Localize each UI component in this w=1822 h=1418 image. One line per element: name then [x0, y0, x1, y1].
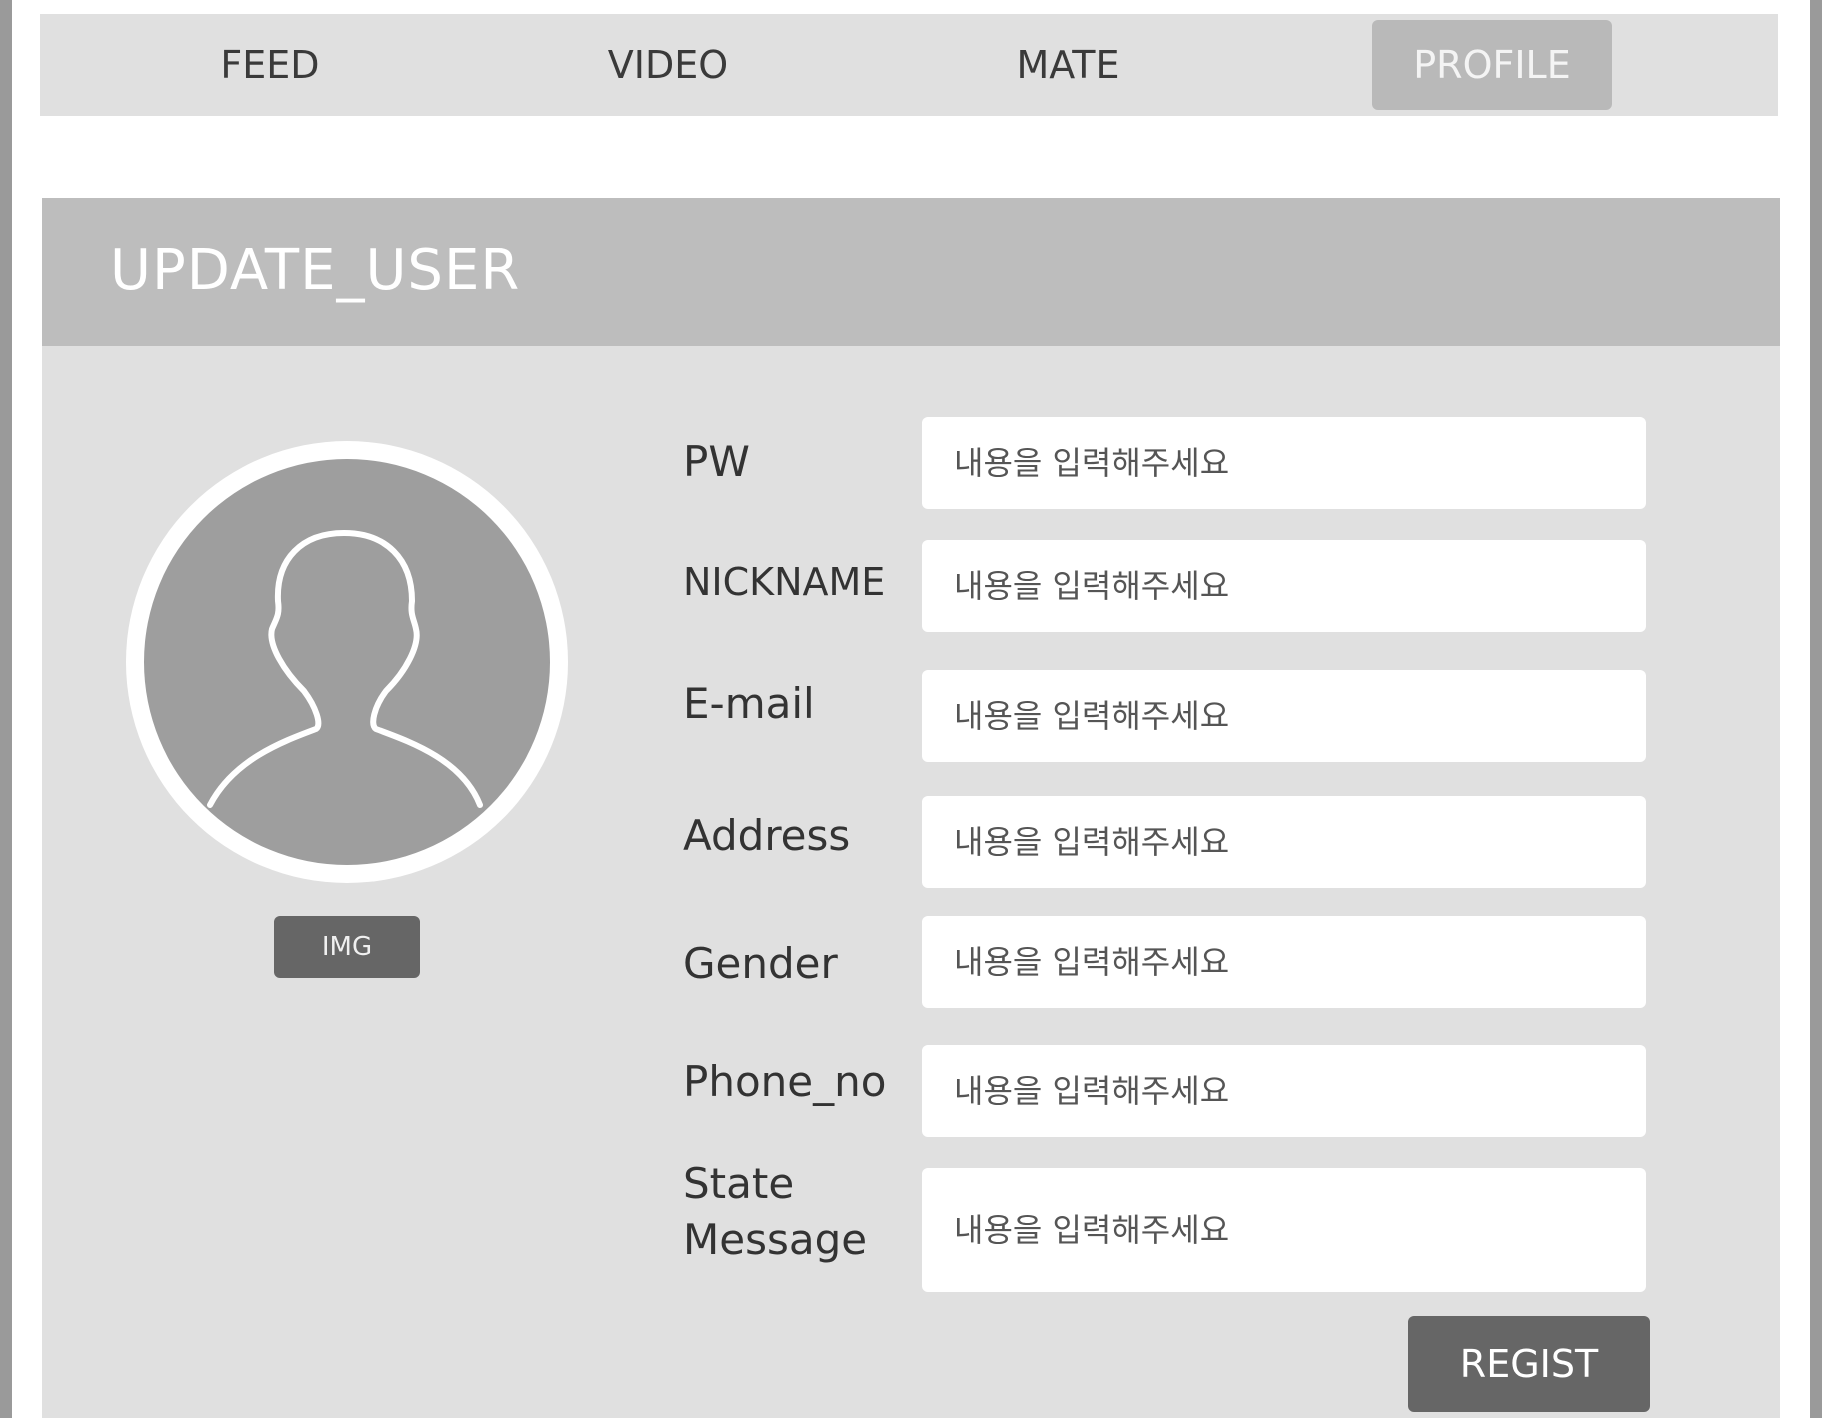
- field-label-state: State: [683, 1159, 795, 1208]
- nav-tab-video[interactable]: VIDEO: [548, 14, 788, 116]
- field-label-message: Message: [683, 1215, 868, 1264]
- update-user-panel: UPDATE_USER IMG PW NICKNAME E-mail Addre…: [42, 198, 1780, 1418]
- state-message-input[interactable]: [922, 1168, 1646, 1292]
- phone-input[interactable]: [922, 1045, 1646, 1137]
- upload-image-button[interactable]: IMG: [274, 916, 420, 978]
- regist-button[interactable]: REGIST: [1408, 1316, 1650, 1412]
- field-label-address: Address: [683, 811, 851, 860]
- nav-tab-mate[interactable]: MATE: [948, 14, 1188, 116]
- panel-header: UPDATE_USER: [42, 198, 1780, 346]
- field-label-nickname: NICKNAME: [683, 560, 886, 604]
- gender-input[interactable]: [922, 916, 1646, 1008]
- nickname-input[interactable]: [922, 540, 1646, 632]
- nav-tab-feed[interactable]: FEED: [150, 14, 390, 116]
- address-input[interactable]: [922, 796, 1646, 888]
- panel-title: UPDATE_USER: [110, 238, 521, 303]
- app-frame: FEED VIDEO MATE PROFILE UPDATE_USER IMG …: [12, 0, 1810, 1418]
- avatar-circle: [144, 459, 550, 865]
- email-input[interactable]: [922, 670, 1646, 762]
- avatar: [126, 441, 568, 883]
- field-label-phone: Phone_no: [683, 1057, 887, 1106]
- field-label-state-message: State Message: [683, 1156, 867, 1268]
- pw-input[interactable]: [922, 417, 1646, 509]
- top-nav-bar: FEED VIDEO MATE PROFILE: [40, 14, 1778, 116]
- field-label-gender: Gender: [683, 939, 838, 988]
- field-label-pw: PW: [683, 437, 750, 486]
- field-label-email: E-mail: [683, 679, 815, 728]
- user-silhouette-icon: [207, 530, 483, 808]
- nav-tab-profile[interactable]: PROFILE: [1372, 20, 1612, 110]
